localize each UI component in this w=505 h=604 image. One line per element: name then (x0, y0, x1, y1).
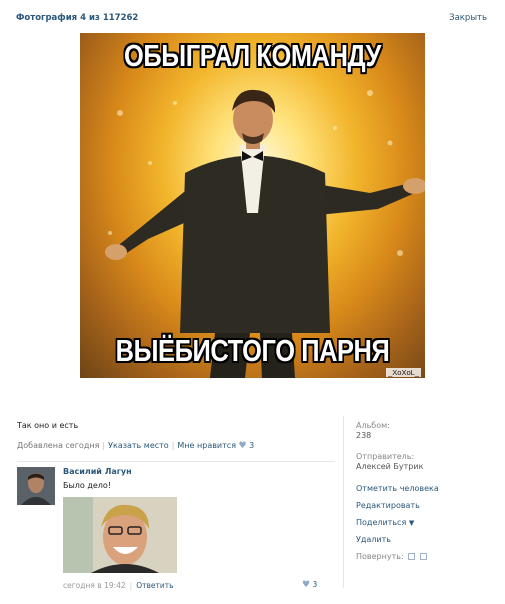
heart-icon: ♥ (238, 441, 247, 451)
set-place-link[interactable]: Указать место (108, 441, 169, 450)
photo-watermark: _XoXoL_ (386, 368, 421, 377)
close-button[interactable]: Закрыть (449, 13, 487, 23)
like-button[interactable]: Мне нравится ♥ 3 (177, 441, 255, 451)
comment-author-link[interactable]: Василий Лагун (63, 467, 132, 476)
photo-meta-row: Добавлена сегодня | Указать место | Мне нрав… (17, 441, 332, 451)
sender-value: Алексей Бутрик (356, 462, 424, 471)
man-in-tuxedo-illustration (105, 89, 425, 378)
album-label: Альбом: (356, 421, 390, 430)
share-label: Поделиться (356, 518, 407, 527)
footer-separator: | (129, 581, 133, 590)
rotate-label: Повернуть: (356, 552, 404, 561)
added-date: Добавлена сегодня (17, 441, 100, 450)
photo-info: Так оно и есть Добавлена сегодня | Указать… (17, 421, 332, 451)
edit-link[interactable]: Редактировать (356, 501, 496, 510)
photo-viewer-header: Фотография 4 из 117262 Закрыть (0, 0, 505, 30)
comment-like-button[interactable]: ♥ 3 (302, 580, 317, 590)
sender-label: Отправитель: (356, 452, 415, 461)
commenter-avatar[interactable] (17, 467, 55, 505)
comment-time: сегодня в 19:42 (63, 581, 126, 590)
comment-like-count: 3 (312, 580, 318, 589)
delete-link[interactable]: Удалить (356, 535, 496, 544)
laughing-man-photo (63, 497, 177, 573)
section-divider (17, 461, 335, 462)
meme-bottom-caption: ВЫЁБИСТОГО ПАРНЯ (115, 333, 390, 368)
avatar-icon (17, 467, 55, 505)
rotate-right-icon[interactable] (419, 553, 427, 560)
chevron-down-icon: ▼ (408, 519, 415, 527)
main-photo[interactable]: ОБЫГРАЛ КОМАНДУ ВЫЁБИСТОГО ПАРНЯ _XoXoL_ (80, 33, 425, 378)
comment-attached-photo[interactable] (63, 497, 177, 573)
meme-top-caption: ОБЫГРАЛ КОМАНДУ (124, 38, 381, 73)
rotate-left-icon[interactable] (408, 553, 416, 560)
photo-sidebar: Альбом: 238 Отправитель: Алексей Бутрик … (356, 421, 496, 561)
like-label: Мне нравится (177, 441, 236, 450)
reply-button[interactable]: Ответить (136, 581, 173, 590)
share-link[interactable]: Поделиться ▼ (356, 518, 496, 527)
meta-separator: | (171, 441, 175, 450)
tag-person-link[interactable]: Отметить человека (356, 484, 496, 493)
comment-text: Было дело! (63, 481, 112, 490)
photo-counter-title: Фотография 4 из 117262 (16, 13, 139, 23)
rotate-row: Повернуть: (356, 552, 496, 561)
column-divider (343, 416, 344, 588)
photo-description: Так оно и есть (17, 421, 79, 430)
album-value: 238 (356, 431, 372, 440)
meta-separator: | (102, 441, 106, 450)
comment-footer: сегодня в 19:42 | Ответить (63, 581, 174, 590)
like-count: 3 (249, 441, 255, 450)
heart-icon: ♥ (302, 580, 311, 590)
